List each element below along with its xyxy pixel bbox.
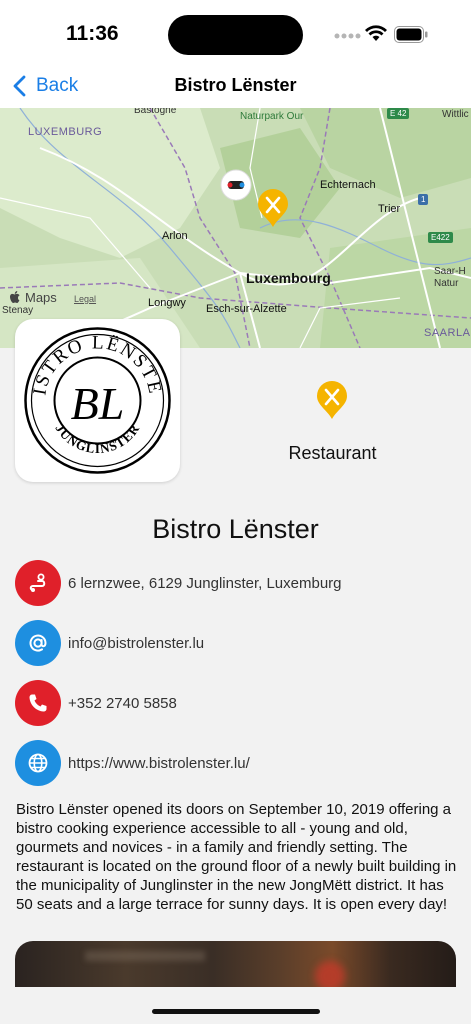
description-text: Bistro Lënster opened its doors on Septe…	[16, 801, 457, 913]
status-bar: 11:36	[0, 0, 471, 64]
map-label-saarland: SAARLAN	[424, 327, 471, 339]
home-indicator[interactable]	[152, 1009, 320, 1014]
maps-attribution: Maps	[10, 290, 57, 305]
map-label-saar-hunsrueck-2: Natur	[434, 278, 459, 289]
map-label-luxemburg-region: LUXEMBURG	[28, 126, 103, 138]
restaurant-photo[interactable]	[15, 941, 456, 987]
map-label-bastogne: Bastogne	[134, 108, 177, 116]
legal-link[interactable]: Legal	[74, 294, 96, 304]
at-sign-icon[interactable]	[15, 620, 61, 666]
email-row[interactable]: info@bistrolenster.lu	[15, 620, 204, 666]
map-label-trier: Trier	[378, 203, 401, 215]
maps-attribution-text: Maps	[25, 290, 57, 305]
road-badge-e422: E422	[428, 232, 453, 243]
navigation-bar: Back Bistro Lënster	[0, 64, 471, 108]
place-name: Bistro Lënster	[152, 514, 319, 544]
apple-logo-icon	[10, 291, 20, 303]
map-label-echternach: Echternach	[320, 179, 376, 191]
globe-icon[interactable]	[15, 740, 61, 786]
fork-knife-icon	[317, 381, 347, 419]
phone-row[interactable]: +352 2740 5858	[15, 680, 177, 726]
map-label-stenay: Stenay	[2, 305, 34, 316]
location-map[interactable]: Bastogne LUXEMBURG Naturpark Our Wittlic…	[0, 108, 471, 348]
road-badge-a1: 1	[418, 194, 429, 205]
status-time: 11:36	[66, 22, 119, 45]
address-row[interactable]: 6 lernzwee, 6129 Junglinster, Luxemburg	[15, 560, 342, 606]
logo-artwork: BISTRO LËNSTER JUNGLINSTER BL	[8, 303, 171, 474]
map-pin-restaurant[interactable]	[256, 188, 290, 228]
photo-highlight	[315, 961, 345, 987]
address-text: 6 lernzwee, 6129 Junglinster, Luxemburg	[68, 574, 342, 592]
map-label-saar-hunsrueck: Saar-H	[434, 266, 466, 277]
website-row[interactable]: https://www.bistrolenster.lu/	[15, 740, 250, 786]
restaurant-logo: BISTRO LËNSTER JUNGLINSTER BL	[8, 303, 180, 482]
bottom-safe-area	[0, 987, 471, 1024]
category-label: Restaurant	[288, 443, 377, 463]
nav-title: Bistro Lënster	[174, 75, 297, 95]
map-label-esch: Esch-sur-Alzette	[206, 303, 287, 315]
wifi-icon	[365, 25, 387, 41]
phone-text: +352 2740 5858	[68, 694, 177, 712]
map-label-naturpark: Naturpark Our	[240, 111, 304, 122]
map-label-longwy: Longwy	[148, 297, 186, 309]
photo-shelf	[85, 951, 205, 961]
battery-icon	[394, 26, 428, 43]
website-text: https://www.bistrolenster.lu/	[68, 754, 250, 772]
map-label-luxembourg: Luxembourg	[246, 270, 331, 286]
directions-icon[interactable]	[15, 560, 61, 606]
email-text: info@bistrolenster.lu	[68, 634, 205, 652]
phone-icon[interactable]	[15, 680, 61, 726]
dynamic-island	[168, 15, 303, 55]
map-label-wittlich: Wittlic	[442, 109, 469, 120]
cellular-signal-icon	[334, 33, 361, 39]
road-badge-e42: E 42	[387, 108, 410, 119]
map-pin-logo[interactable]	[218, 168, 254, 208]
map-label-arlon: Arlon	[162, 230, 188, 242]
logo-monogram: BL	[71, 378, 125, 429]
